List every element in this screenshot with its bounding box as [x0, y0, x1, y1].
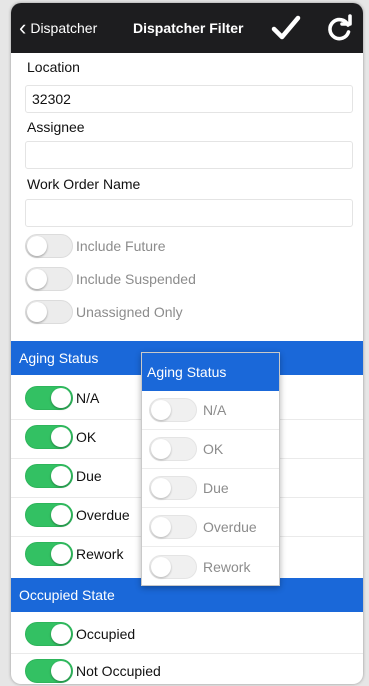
aging-due-label: Due [76, 468, 102, 484]
assignee-input[interactable] [25, 141, 353, 169]
aging-rework-option[interactable]: Rework [25, 540, 123, 568]
unassigned-only-label: Unassigned Only [76, 304, 183, 320]
popup-na-option[interactable]: N/A [142, 391, 279, 430]
unassigned-only-toggle[interactable] [25, 300, 73, 324]
occupied-toggle[interactable] [25, 622, 73, 646]
include-suspended-label: Include Suspended [76, 271, 196, 287]
popup-due-label: Due [203, 480, 229, 496]
aging-overdue-label: Overdue [76, 507, 130, 523]
aging-na-toggle[interactable] [25, 386, 73, 410]
popup-rework-label: Rework [203, 558, 251, 575]
aging-overdue-toggle[interactable] [25, 503, 73, 527]
checkmark-icon [271, 15, 301, 40]
occupied-label: Occupied [76, 626, 136, 642]
chevron-left-icon: ‹ [19, 15, 27, 40]
occupied-option[interactable]: Occupied [25, 620, 135, 648]
location-label: Location [27, 59, 80, 75]
include-future-label: Include Future [76, 238, 166, 254]
popup-rework-toggle[interactable] [149, 554, 197, 579]
back-label: Dispatcher [30, 20, 98, 36]
aging-rework-label: Rework [76, 546, 124, 562]
include-future-option[interactable]: Include Future [25, 232, 166, 260]
not-occupied-label: Not Occupied [76, 663, 161, 679]
popup-rework-option[interactable]: Rework [142, 547, 279, 586]
popup-na-label: N/A [203, 402, 227, 418]
aging-status-popup: Aging Status N/A OK Due Overdue Rework [141, 352, 280, 586]
aging-ok-option[interactable]: OK [25, 423, 96, 451]
popup-due-toggle[interactable] [149, 476, 197, 500]
assignee-label: Assignee [27, 119, 85, 135]
popup-na-toggle[interactable] [149, 398, 197, 422]
popup-overdue-option[interactable]: Overdue [142, 508, 279, 547]
navigation-bar: ‹ Dispatcher Dispatcher Filter [11, 3, 363, 53]
popup-overdue-toggle[interactable] [149, 515, 197, 539]
popup-ok-option[interactable]: OK [142, 430, 279, 469]
not-occupied-option[interactable]: Not Occupied [25, 657, 161, 684]
aging-due-toggle[interactable] [25, 464, 73, 488]
aging-due-option[interactable]: Due [25, 462, 102, 490]
popup-ok-toggle[interactable] [149, 437, 197, 461]
include-future-toggle[interactable] [25, 234, 73, 258]
unassigned-only-option[interactable]: Unassigned Only [25, 298, 183, 326]
aging-ok-toggle[interactable] [25, 425, 73, 449]
phone-screen: ‹ Dispatcher Dispatcher Filter Location … [11, 3, 363, 684]
divider [11, 653, 363, 654]
aging-overdue-option[interactable]: Overdue [25, 501, 130, 529]
popup-due-option[interactable]: Due [142, 469, 279, 508]
popup-overdue-label: Overdue [203, 519, 257, 535]
include-suspended-toggle[interactable] [25, 267, 73, 291]
page-title: Dispatcher Filter [133, 20, 244, 36]
aging-rework-toggle[interactable] [25, 542, 73, 566]
aging-ok-label: OK [76, 429, 97, 445]
popup-ok-label: OK [203, 441, 224, 457]
reset-button[interactable] [325, 13, 355, 43]
refresh-icon [328, 14, 352, 41]
back-button[interactable]: ‹ Dispatcher [19, 3, 97, 53]
aging-na-label: N/A [76, 390, 100, 406]
work-order-input[interactable] [25, 199, 353, 227]
location-input[interactable] [25, 85, 353, 113]
work-order-label: Work Order Name [27, 176, 141, 192]
popup-title: Aging Status [142, 353, 279, 391]
aging-na-option[interactable]: N/A [25, 384, 99, 412]
include-suspended-option[interactable]: Include Suspended [25, 265, 196, 293]
apply-button[interactable] [271, 14, 301, 42]
not-occupied-toggle[interactable] [25, 659, 73, 683]
